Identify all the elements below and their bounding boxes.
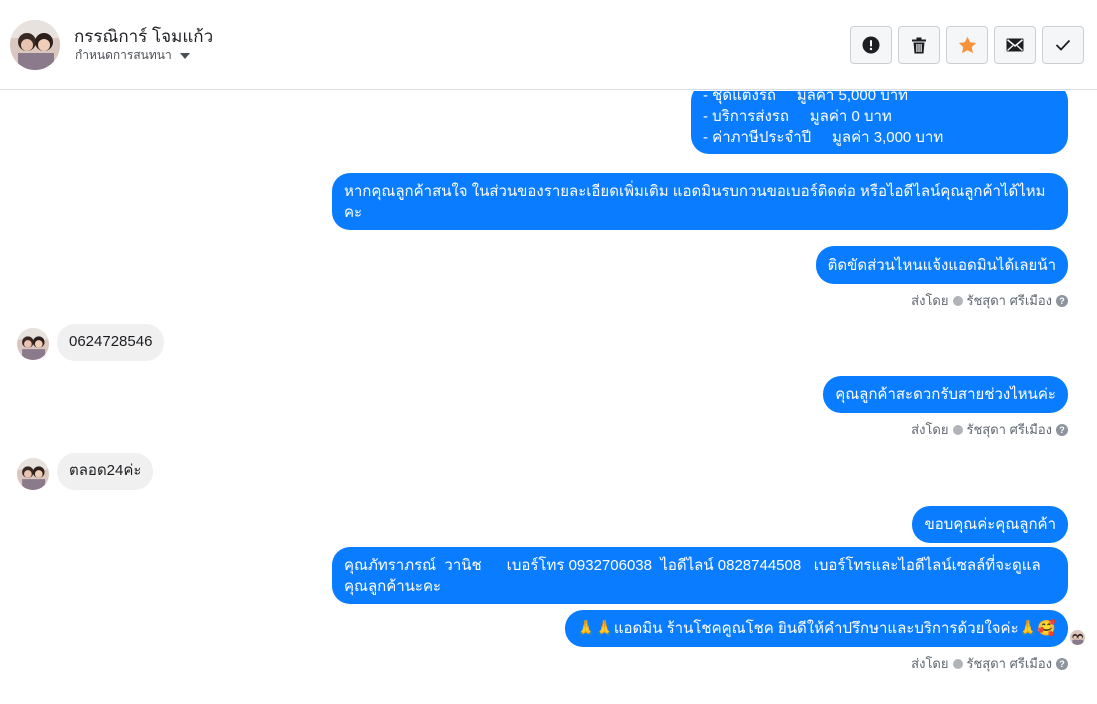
sent-by-info: ส่งโดย รัชสุดา ศรีเมือง ? — [911, 290, 1068, 311]
message-bubble-outgoing[interactable]: ขอบคุณค่ะคุณลูกค้า — [912, 506, 1068, 543]
conversation-header: กรรณิการ์ โจมแก้ว กำหนดการสนทนา — [0, 0, 1097, 90]
sent-by-info: ส่งโดย รัชสุดา ศรีเมือง ? — [911, 419, 1068, 440]
message-bubble-incoming[interactable]: 0624728546 — [57, 324, 165, 361]
contact-avatar[interactable] — [10, 20, 60, 70]
star-button[interactable] — [946, 26, 988, 64]
message-bubble-outgoing[interactable]: หากคุณลูกค้าสนใจ ในส่วนของรายละเอียดเพิ่… — [332, 173, 1068, 230]
mark-done-button[interactable] — [1042, 26, 1084, 64]
message-line: - ชุดแต่งรถ มูลค่า 5,000 บาท — [703, 91, 909, 104]
contact-avatar-small[interactable] — [17, 458, 49, 490]
mark-unread-button[interactable] — [994, 26, 1036, 64]
mark-spam-button[interactable] — [850, 26, 892, 64]
help-icon[interactable]: ? — [1056, 423, 1068, 436]
alert-icon — [862, 36, 880, 54]
help-icon[interactable]: ? — [1056, 294, 1068, 307]
sent-by-prefix: ส่งโดย — [911, 422, 949, 437]
verified-icon — [952, 658, 963, 669]
message-thread[interactable]: - ชุดแต่งรถ มูลค่า 5,000 บาท - บริการส่ง… — [0, 91, 1097, 704]
set-conversation-label: กำหนดการสนทนา — [75, 48, 172, 62]
verified-icon — [952, 424, 963, 435]
seen-indicator-avatar — [1070, 630, 1085, 645]
star-icon — [958, 36, 976, 54]
conversation-actions — [850, 26, 1084, 64]
checkmark-icon — [1055, 39, 1071, 51]
message-text: ตลอด24ค่ะ — [69, 462, 142, 479]
message-bubble-incoming[interactable]: ตลอด24ค่ะ — [57, 453, 154, 490]
sent-by-prefix: ส่งโดย — [911, 656, 949, 671]
contact-avatar-small[interactable] — [17, 328, 49, 360]
chevron-down-icon — [179, 52, 190, 59]
sender-name[interactable]: รัชสุดา ศรีเมือง — [967, 290, 1053, 311]
message-line: หากคุณลูกค้าสนใจ ในส่วนของรายละเอียดเพิ่… — [344, 183, 1046, 200]
sender-name[interactable]: รัชสุดา ศรีเมือง — [967, 653, 1053, 674]
sender-name[interactable]: รัชสุดา ศรีเมือง — [967, 419, 1053, 440]
message-text: 0624728546 — [69, 333, 153, 350]
set-conversation-dropdown[interactable]: กำหนดการสนทนา — [75, 46, 190, 65]
trash-icon — [912, 37, 926, 53]
help-icon[interactable]: ? — [1056, 657, 1068, 670]
verified-icon — [952, 295, 963, 306]
message-bubble-outgoing[interactable]: - ชุดแต่งรถ มูลค่า 5,000 บาท - บริการส่ง… — [691, 91, 1068, 154]
message-line: คุณลูกค้านะคะ — [344, 578, 442, 595]
message-bubble-outgoing[interactable]: คุณภัทราภรณ์ วานิช เบอร์โทร 0932706038 ไ… — [332, 547, 1068, 604]
message-line: คะ — [344, 204, 363, 221]
message-text: คุณลูกค้าสะดวกรับสายช่วงไหนค่ะ — [835, 386, 1056, 403]
sent-by-info: ส่งโดย รัชสุดา ศรีเมือง ? — [911, 653, 1068, 674]
delete-button[interactable] — [898, 26, 940, 64]
envelope-icon — [1006, 38, 1024, 52]
message-text: ขอบคุณค่ะคุณลูกค้า — [924, 516, 1056, 533]
message-line: คุณภัทราภรณ์ วานิช เบอร์โทร 0932706038 ไ… — [344, 557, 1041, 574]
sent-by-prefix: ส่งโดย — [911, 293, 949, 308]
message-text: 🙏🙏แอดมิน ร้านโชคคูณโชค ยินดีให้คำปรึกษาแ… — [576, 620, 1056, 637]
message-line: - บริการส่งรถ มูลค่า 0 บาท — [703, 108, 892, 125]
message-bubble-outgoing[interactable]: 🙏🙏แอดมิน ร้านโชคคูณโชค ยินดีให้คำปรึกษาแ… — [564, 610, 1068, 647]
message-bubble-outgoing[interactable]: ติดขัดส่วนไหนแจ้งแอดมินได้เลยน้า — [815, 246, 1068, 284]
message-bubble-outgoing[interactable]: คุณลูกค้าสะดวกรับสายช่วงไหนค่ะ — [823, 376, 1068, 413]
message-text: ติดขัดส่วนไหนแจ้งแอดมินได้เลยน้า — [827, 257, 1056, 274]
message-line: - ค่าภาษีประจำปี มูลค่า 3,000 บาท — [703, 129, 944, 146]
